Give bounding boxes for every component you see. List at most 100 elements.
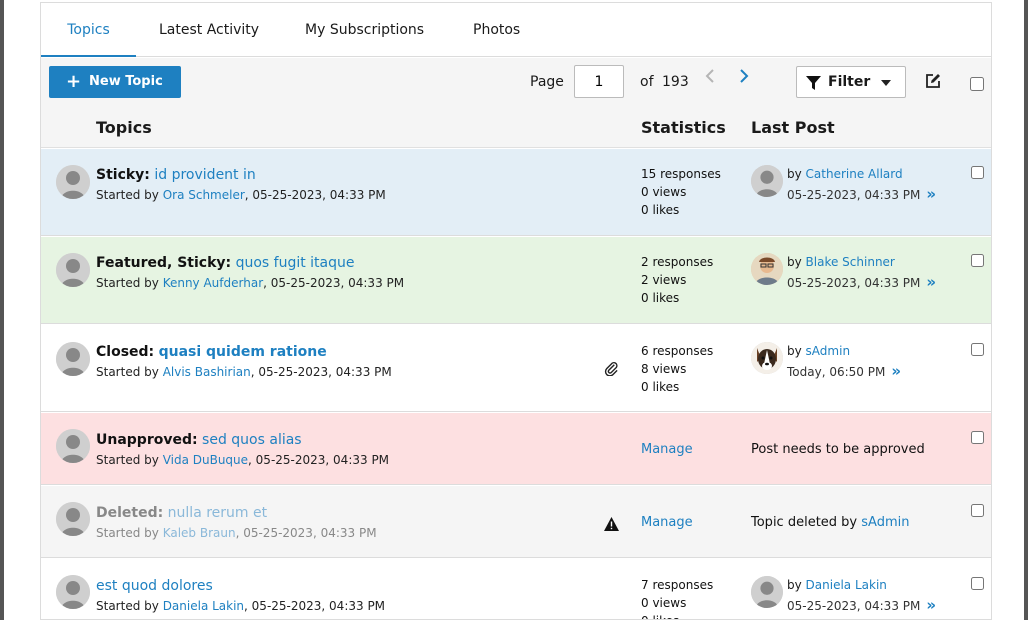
approval-note: Post needs to be approved [751,442,925,457]
paperclip-icon [604,361,619,380]
filter-button[interactable]: Filter [796,66,906,98]
chevron-left-icon[interactable] [705,68,715,89]
topic-statistics: 2 responses 2 views 0 likes [641,253,713,307]
default-avatar-icon[interactable] [56,165,90,199]
topic-title-link[interactable]: id provident in [154,167,255,183]
topic-started-line: Started by Kaleb Braun, 05-25-2023, 04:3… [96,526,377,540]
last-post-user-link[interactable]: sAdmin [806,344,851,358]
views-count: 0 views [641,185,687,199]
tab-my-subscriptions[interactable]: My Subscriptions [305,3,424,57]
likes-count: 0 likes [641,612,713,619]
row-checkbox[interactable] [971,254,984,267]
author-link[interactable]: Ora Schmeler [163,188,245,202]
manage-link[interactable]: Manage [641,515,693,530]
last-post-date-line: 05-25-2023, 04:33 PM » [787,596,936,614]
default-avatar-icon[interactable] [751,165,783,197]
tab-latest-activity[interactable]: Latest Activity [159,3,259,57]
deleted-note: Topic deleted by sAdmin [751,515,909,530]
started-by-label: Started by [96,599,159,613]
table-row[interactable]: est quod dolores Started by Daniela Laki… [41,559,991,619]
new-topic-label: New Topic [89,74,163,89]
by-label: by [787,344,802,358]
window-frame-right [1024,0,1028,620]
double-chevron-right-icon[interactable]: » [891,362,901,380]
filter-icon [806,75,821,94]
table-row[interactable]: Sticky: id provident in Started by Ora S… [41,149,991,236]
tab-photos[interactable]: Photos [473,3,520,57]
edit-icon[interactable] [925,73,941,93]
topic-date: , 05-25-2023, 04:33 PM [244,188,386,202]
last-post-date: 05-25-2023, 04:33 PM [787,276,921,290]
topic-title-line: Unapproved: sed quos alias [96,432,302,448]
topic-title-line: Sticky: id provident in [96,167,256,183]
topic-title-link[interactable]: nulla rerum et [168,505,267,521]
author-link[interactable]: Daniela Lakin [163,599,244,613]
row-checkbox[interactable] [971,166,984,179]
topic-list-panel: Topics Latest Activity My Subscriptions … [40,2,992,620]
double-chevron-right-icon[interactable]: » [926,273,936,291]
by-label: by [787,167,802,181]
table-row[interactable]: Unapproved: sed quos alias Started by Vi… [41,413,991,485]
user-avatar-icon[interactable] [751,253,783,285]
topic-title-link[interactable]: quasi quidem ratione [159,344,327,360]
tab-topics[interactable]: Topics [41,3,136,57]
likes-count: 0 likes [641,203,680,217]
topic-prefix: Unapproved: [96,432,198,448]
dog-avatar-icon[interactable] [751,342,783,374]
last-post-by: by Blake Schinner [787,255,895,269]
default-avatar-icon[interactable] [56,502,90,536]
row-checkbox[interactable] [971,343,984,356]
deleted-by-user-link[interactable]: sAdmin [861,515,909,530]
manage-link[interactable]: Manage [641,442,693,457]
author-link[interactable]: Alvis Bashirian [163,365,251,379]
row-checkbox[interactable] [971,504,984,517]
topic-started-line: Started by Ora Schmeler, 05-25-2023, 04:… [96,188,386,202]
default-avatar-icon[interactable] [56,429,90,463]
last-post-user-link[interactable]: Blake Schinner [806,255,895,269]
double-chevron-right-icon[interactable]: » [926,596,936,614]
last-post-user-link[interactable]: Daniela Lakin [806,578,887,592]
started-by-label: Started by [96,188,159,202]
row-checkbox[interactable] [971,577,984,590]
topic-title-line: Featured, Sticky: quos fugit itaque [96,255,355,271]
topic-date: , 05-25-2023, 04:33 PM [244,599,386,613]
responses-count: 15 responses [641,167,721,181]
toolbar: + New Topic Page of 193 Filter [41,58,991,108]
topic-started-line: Started by Vida DuBuque, 05-25-2023, 04:… [96,453,389,467]
select-all-checkbox[interactable] [970,77,984,91]
row-checkbox[interactable] [971,431,984,444]
topic-title-link[interactable]: sed quos alias [202,432,302,448]
default-avatar-icon[interactable] [56,575,90,609]
column-header-topics: Topics [96,118,152,137]
table-row[interactable]: Closed: quasi quidem ratione Started by … [41,325,991,412]
column-header-last-post: Last Post [751,118,835,137]
table-row[interactable]: Featured, Sticky: quos fugit itaque Star… [41,237,991,324]
topic-date: , 05-25-2023, 04:33 PM [263,276,405,290]
last-post-date: 05-25-2023, 04:33 PM [787,188,921,202]
author-link[interactable]: Kaleb Braun [163,526,236,540]
author-link[interactable]: Vida DuBuque [163,453,248,467]
double-chevron-right-icon[interactable]: » [926,185,936,203]
topic-title-link[interactable]: est quod dolores [96,578,213,594]
default-avatar-icon[interactable] [56,342,90,376]
views-count: 0 views [641,596,687,610]
tab-bar: Topics Latest Activity My Subscriptions … [41,3,991,57]
default-avatar-icon[interactable] [751,576,783,608]
warning-icon [604,516,619,535]
last-post-date-line: Today, 06:50 PM » [787,362,901,380]
by-label: by [787,255,802,269]
table-row[interactable]: Deleted: nulla rerum et Started by Kaleb… [41,486,991,558]
started-by-label: Started by [96,365,159,379]
page-number-input[interactable] [574,65,624,98]
topic-prefix: Deleted: [96,505,164,521]
author-link[interactable]: Kenny Aufderhar [163,276,263,290]
default-avatar-icon[interactable] [56,253,90,287]
topic-date: , 05-25-2023, 04:33 PM [235,526,377,540]
chevron-right-icon[interactable] [739,68,749,89]
last-post-date: Today, 06:50 PM [787,365,886,379]
new-topic-button[interactable]: + New Topic [49,66,181,98]
topic-title-link[interactable]: quos fugit itaque [236,255,355,271]
last-post-user-link[interactable]: Catherine Allard [806,167,903,181]
views-count: 8 views [641,362,687,376]
deleted-note-text: Topic deleted by [751,515,858,530]
